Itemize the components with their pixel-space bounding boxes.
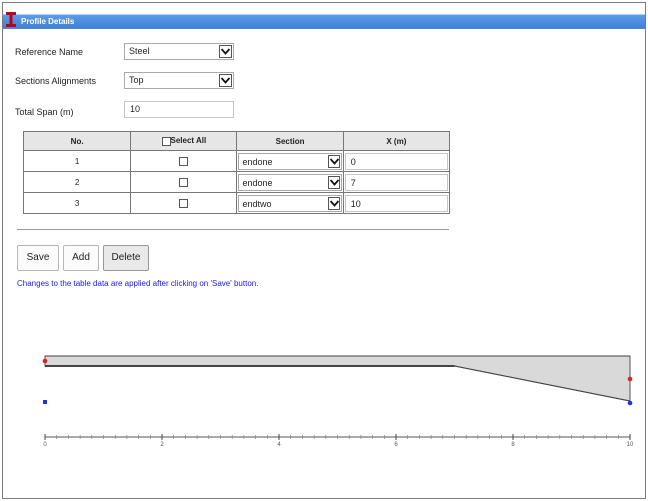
reference-name-value: Steel — [129, 46, 150, 56]
row-select-cell — [130, 171, 238, 193]
section-cell: endone — [236, 171, 344, 193]
save-hint-text: Changes to the table data are applied af… — [17, 279, 259, 288]
column-header-x: X (m) — [342, 131, 451, 151]
alignment-value: Top — [129, 75, 144, 85]
row-number: 1 — [22, 150, 132, 172]
chevron-down-icon[interactable] — [219, 74, 232, 87]
select-all-checkbox[interactable] — [161, 136, 171, 146]
add-button[interactable]: Add — [63, 245, 99, 271]
section-value: endtwo — [242, 198, 272, 209]
x-tick-label: 4 — [277, 442, 281, 448]
profile-point — [42, 358, 48, 364]
total-span-input[interactable]: 10 — [124, 101, 234, 118]
x-cell: 7 — [342, 171, 451, 193]
row-checkbox[interactable] — [179, 177, 189, 187]
x-input[interactable]: 7 — [344, 173, 448, 191]
row-select-cell — [130, 150, 238, 172]
window-title: Profile Details — [21, 17, 75, 26]
section-cell: endtwo — [236, 192, 344, 214]
x-cell: 10 — [342, 192, 451, 214]
section-value: endone — [242, 156, 273, 167]
row-number: 2 — [22, 171, 132, 193]
column-header-select-all: Select All — [130, 131, 238, 151]
profile-details-window: Profile Details Reference Name Steel Sec… — [2, 2, 646, 499]
delete-button[interactable]: Delete — [103, 245, 149, 271]
alignment-label: Sections Alignments — [15, 76, 97, 86]
row-number: 3 — [22, 192, 132, 214]
save-button[interactable]: Save — [17, 245, 59, 271]
title-bar: Profile Details — [3, 3, 645, 29]
column-header-section: Section — [236, 131, 344, 151]
sections-table: No. Select All Section X (m) 1 endone 0 … — [22, 131, 451, 214]
x-value: 7 — [350, 177, 356, 188]
chevron-down-icon[interactable] — [327, 175, 340, 189]
x-tick-label: 0 — [43, 442, 47, 448]
row-checkbox[interactable] — [179, 198, 189, 208]
chevron-down-icon[interactable] — [327, 154, 340, 168]
x-value: 0 — [350, 156, 356, 167]
row-select-cell — [130, 192, 238, 214]
divider — [17, 229, 449, 230]
x-tick-label: 6 — [394, 442, 398, 448]
x-input[interactable]: 10 — [344, 194, 448, 212]
total-span-value: 10 — [130, 104, 141, 114]
alignment-select[interactable]: Top — [124, 72, 234, 89]
reference-name-select[interactable]: Steel — [124, 43, 234, 60]
chevron-down-icon[interactable] — [219, 45, 232, 58]
row-checkbox[interactable] — [179, 156, 189, 166]
profile-shape — [44, 355, 631, 402]
profile-point — [627, 400, 633, 406]
profile-point — [43, 400, 47, 404]
table-header-row: No. Select All Section X (m) — [22, 131, 451, 151]
table-row: 1 endone 0 — [22, 150, 451, 172]
profile-plot: 0 2 4 6 8 10 — [42, 355, 634, 448]
x-input[interactable]: 0 — [344, 152, 448, 170]
x-tick-label: 8 — [511, 442, 515, 448]
x-tick-label: 2 — [160, 442, 164, 448]
profile-point — [627, 376, 633, 382]
chevron-down-icon[interactable] — [327, 196, 340, 210]
select-all-label: Select All — [170, 136, 207, 146]
column-header-no: No. — [22, 131, 132, 151]
table-row: 3 endtwo 10 — [22, 192, 451, 214]
x-value: 10 — [350, 198, 361, 209]
reference-name-label: Reference Name — [15, 47, 84, 57]
section-select[interactable]: endtwo — [238, 194, 342, 212]
section-cell: endone — [236, 150, 344, 172]
app-logo-icon — [6, 12, 16, 27]
table-row: 2 endone 7 — [22, 171, 451, 193]
x-cell: 0 — [342, 150, 451, 172]
total-span-label: Total Span (m) — [15, 107, 74, 117]
section-select[interactable]: endone — [238, 152, 342, 170]
section-select[interactable]: endone — [238, 173, 342, 191]
x-tick-label: 10 — [627, 442, 634, 448]
section-value: endone — [242, 177, 273, 188]
